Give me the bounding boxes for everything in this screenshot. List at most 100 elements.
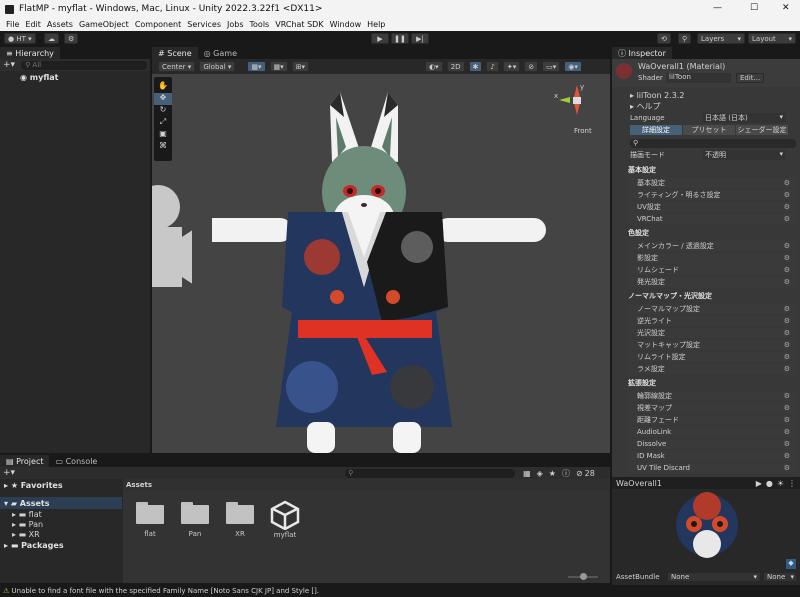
search-button[interactable]: ⚲ — [678, 33, 692, 44]
sphere-icon[interactable]: ● — [766, 479, 773, 488]
orientation-gizmo[interactable]: x y Front — [552, 81, 602, 141]
hierarchy-search-input[interactable]: ⚲ All — [21, 60, 147, 70]
tag-icon[interactable]: ◆ — [786, 559, 796, 569]
menu-jobs[interactable]: Jobs — [227, 20, 244, 29]
settings-item[interactable]: リムシェード ⚙ — [628, 265, 796, 275]
settings-item[interactable]: リムライト設定 ⚙ — [628, 352, 796, 362]
menu-edit[interactable]: Edit — [25, 20, 41, 29]
tab-hierarchy[interactable]: ≡ Hierarchy — [0, 47, 60, 59]
menu-file[interactable]: File — [6, 20, 19, 29]
gear-icon[interactable]: ⚙ — [784, 365, 790, 373]
edit-shader-button[interactable]: Edit... — [736, 73, 765, 83]
settings-item[interactable]: ラメ設定 ⚙ — [628, 364, 796, 374]
settings-item[interactable]: 光沢設定 ⚙ — [628, 328, 796, 338]
assets-breadcrumb[interactable]: Assets — [123, 479, 610, 491]
filter-star-icon[interactable]: ★ — [549, 469, 556, 478]
add-icon[interactable]: +▾ — [3, 60, 15, 70]
menu-tools[interactable]: Tools — [250, 20, 270, 29]
settings-item[interactable]: UV設定 ⚙ — [628, 202, 796, 212]
snap-button[interactable]: ▦▾ — [247, 61, 266, 72]
gear-icon[interactable]: ⚙ — [784, 341, 790, 349]
layout-dropdown[interactable]: Layout ▾ — [748, 33, 796, 44]
asset-item[interactable]: flat — [130, 500, 170, 538]
menu-services[interactable]: Services — [187, 20, 221, 29]
perspective-label[interactable]: Front — [574, 127, 592, 135]
gear-icon[interactable]: ⚙ — [784, 254, 790, 262]
preview-sphere[interactable] — [674, 492, 740, 558]
gear-icon[interactable]: ⚙ — [784, 428, 790, 436]
tree-folder-item[interactable]: ▸ ▬ Pan — [0, 519, 122, 529]
gear-icon[interactable]: ⚙ — [784, 215, 790, 223]
pivot-dropdown[interactable]: Center ▾ — [158, 61, 196, 72]
filter-label-icon[interactable]: ◈ — [537, 469, 543, 478]
cloud-button[interactable]: ☁ — [44, 33, 59, 44]
hand-tool-icon[interactable]: ✋ — [154, 81, 172, 93]
tree-folder-item[interactable]: ▸ ▬ flat — [0, 509, 122, 519]
hidden-button[interactable]: ⊘ — [524, 61, 539, 72]
history-button[interactable]: ⟲ — [657, 33, 671, 44]
gear-icon[interactable]: ⚙ — [784, 278, 790, 286]
menu-icon[interactable]: ⋮ — [788, 479, 796, 488]
tab-inspector[interactable]: ⓘ Inspector — [612, 47, 672, 59]
gear-icon[interactable]: ⚙ — [784, 452, 790, 460]
gear-icon[interactable]: ⚙ — [784, 191, 790, 199]
transform-tool-icon[interactable]: ⌘ — [154, 141, 172, 153]
render-mode-dropdown[interactable]: 不透明 ▾ — [702, 149, 786, 160]
tab-project[interactable]: ▤ Project — [0, 455, 50, 467]
language-dropdown[interactable]: 日本語 (日本) ▾ — [702, 113, 786, 123]
asset-item[interactable]: Pan — [175, 500, 215, 538]
help-foldout[interactable]: ▸ ヘルプ — [612, 101, 800, 112]
gear-icon[interactable]: ⚙ — [784, 416, 790, 424]
gizmos-button[interactable]: ◉▾ — [564, 61, 582, 72]
settings-item[interactable]: 基本設定 ⚙ — [628, 178, 796, 188]
audio-button[interactable]: ♪ — [486, 61, 499, 72]
filter-log-icon[interactable]: ⓘ — [562, 468, 570, 479]
light-icon[interactable]: ☀ — [777, 479, 784, 488]
menu-assets[interactable]: Assets — [47, 20, 73, 29]
shader-dropdown[interactable]: lilToon — [666, 73, 731, 83]
gear-icon[interactable]: ⚙ — [784, 392, 790, 400]
slider-handle[interactable] — [580, 573, 587, 580]
visibility-icon[interactable]: ⊘ — [576, 469, 583, 478]
mode-2d-button[interactable]: 2D — [446, 61, 465, 72]
menu-vrchat-sdk[interactable]: VRChat SDK — [275, 20, 323, 29]
asset-item[interactable]: myflat — [265, 500, 305, 539]
settings-item[interactable]: UV Tile Discard ⚙ — [628, 463, 796, 473]
menu-component[interactable]: Component — [135, 20, 181, 29]
tab-presets[interactable]: プリセット — [683, 125, 735, 135]
settings-item[interactable]: ID Mask ⚙ — [628, 451, 796, 461]
assets-root-item[interactable]: ▾ ▰ Assets — [0, 497, 122, 509]
minimize-button[interactable]: — — [713, 3, 722, 13]
settings-item[interactable]: AudioLink ⚙ — [628, 427, 796, 437]
gear-icon[interactable]: ⚙ — [784, 317, 790, 325]
space-dropdown[interactable]: Global ▾ — [199, 61, 236, 72]
menu-gameobject[interactable]: GameObject — [79, 20, 129, 29]
play-icon[interactable]: ▶ — [756, 479, 762, 488]
inspector-search-input[interactable]: ⚲ — [630, 139, 796, 148]
gear-icon[interactable]: ⚙ — [784, 440, 790, 448]
scale-tool-icon[interactable]: ⤢ — [154, 117, 172, 129]
tree-folder-item[interactable]: ▸ ▬ XR — [0, 529, 122, 539]
lighting-button[interactable]: ✱ — [468, 61, 483, 72]
tab-scene[interactable]: # Scene — [152, 47, 198, 59]
gear-icon[interactable]: ⚙ — [784, 404, 790, 412]
layers-dropdown[interactable]: Layers ▾ — [697, 33, 745, 44]
status-bar[interactable]: ⚠ Unable to find a font file with the sp… — [0, 585, 800, 597]
tab-game[interactable]: ◎ Game — [198, 47, 243, 59]
rect-tool-icon[interactable]: ▣ — [154, 129, 172, 141]
menu-help[interactable]: Help — [367, 20, 385, 29]
grid-snap-button[interactable]: ▦▾ — [269, 61, 288, 72]
gear-icon[interactable]: ⚙ — [784, 179, 790, 187]
favorites-item[interactable]: ▸ ★ Favorites — [0, 479, 122, 491]
gear-icon[interactable]: ⚙ — [784, 305, 790, 313]
close-button[interactable]: ✕ — [782, 3, 790, 13]
effects-button[interactable]: ✦▾ — [502, 61, 521, 72]
gear-icon[interactable]: ⚙ — [784, 266, 790, 274]
gear-icon[interactable]: ⚙ — [784, 203, 790, 211]
tab-console[interactable]: ▭ Console — [49, 455, 103, 467]
account-dropdown[interactable]: ● HT ▾ — [4, 33, 36, 44]
hierarchy-scene-item[interactable]: ◉ myflat — [0, 71, 150, 83]
settings-item[interactable]: 発光設定 ⚙ — [628, 277, 796, 287]
asset-item[interactable]: XR — [220, 500, 260, 538]
icon-size-slider[interactable] — [568, 573, 598, 580]
